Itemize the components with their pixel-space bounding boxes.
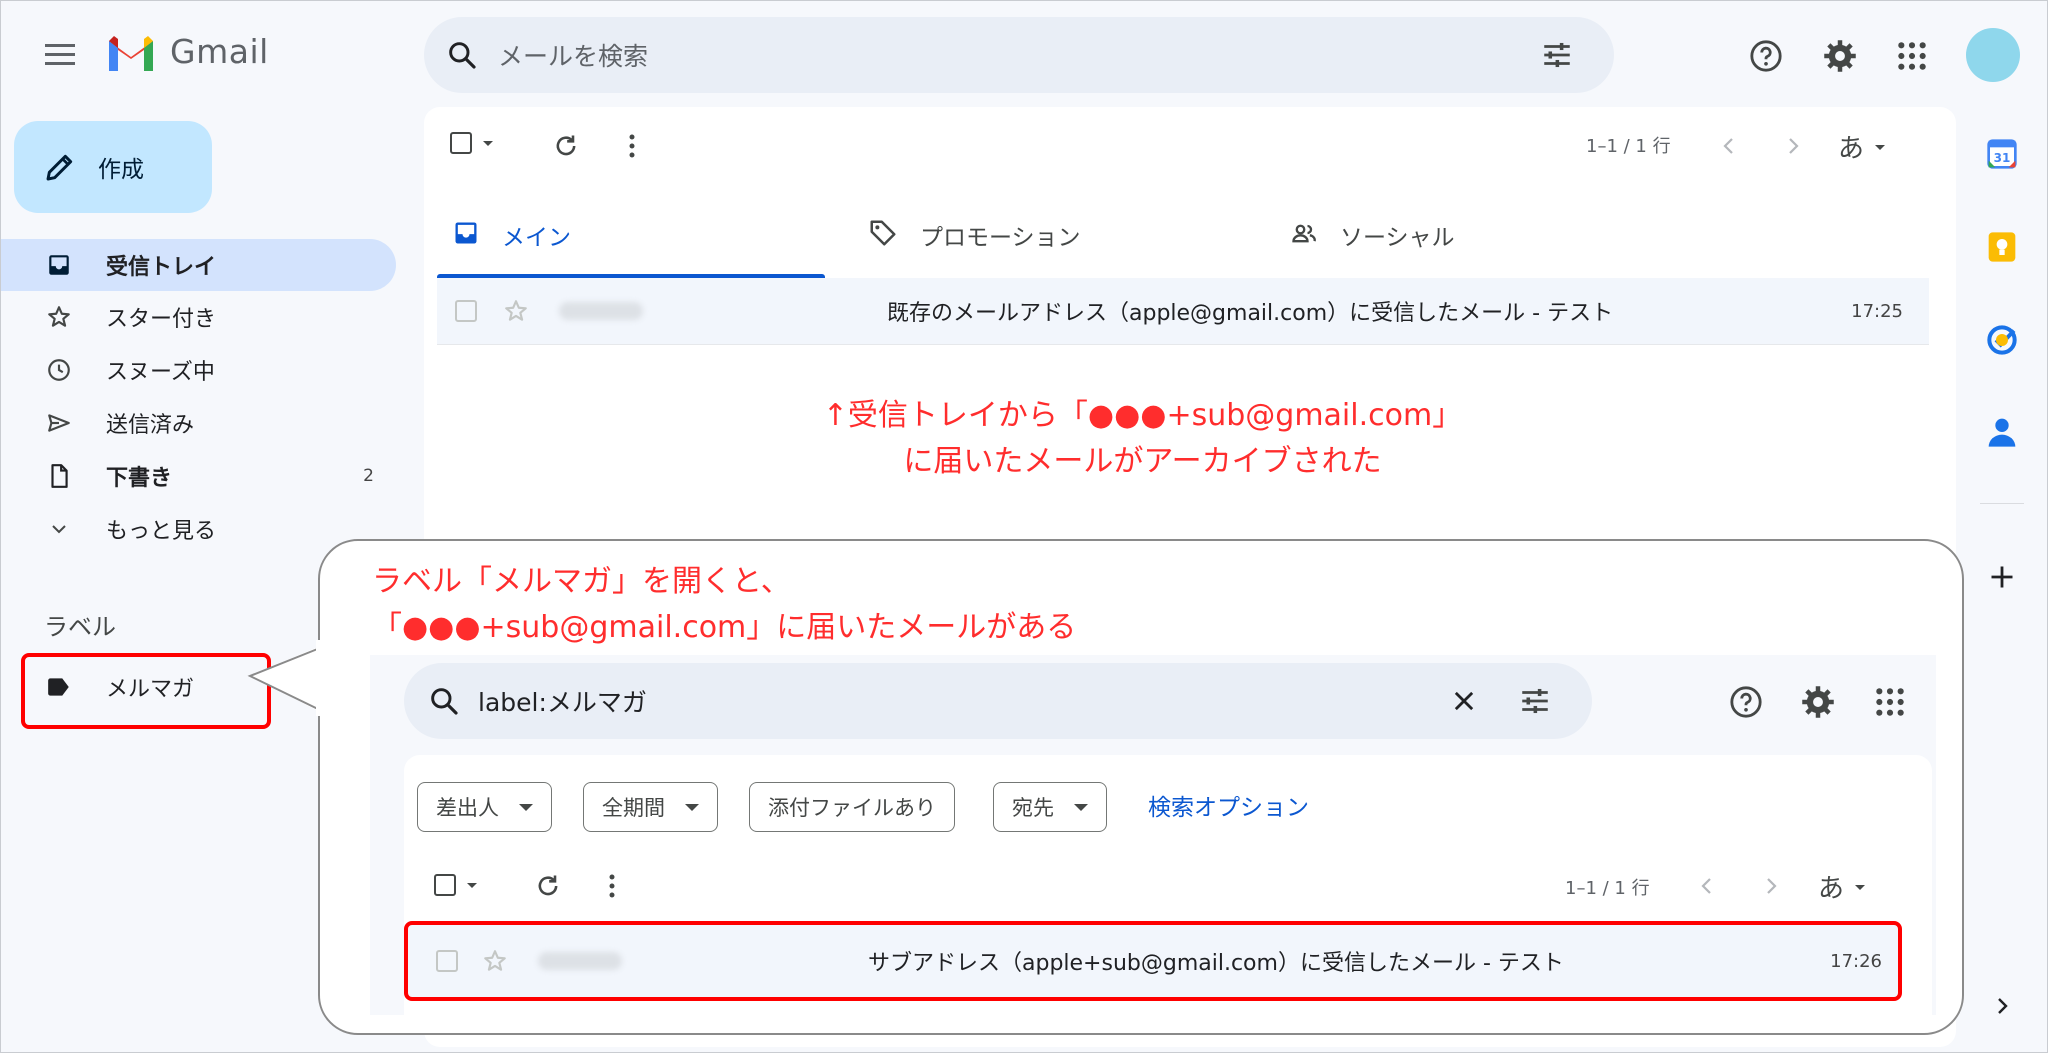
chip-label: 宛先 — [1012, 796, 1054, 820]
callout-tail-cover — [316, 640, 324, 716]
annotation-callout: ラベル「メルマガ」を開くと、 「●●●+sub@gmail.com」に届いたメー… — [372, 559, 1076, 651]
annotation-archived: ↑受信トレイから「●●●+sub@gmail.com」 に届いたメールがアーカイ… — [0, 393, 1890, 485]
label-highlight-box — [21, 653, 271, 729]
chevron-right-icon[interactable] — [1776, 128, 1810, 164]
input-tools-label: あ — [1838, 134, 1865, 164]
calendar-icon[interactable]: 31 — [1984, 136, 2020, 172]
close-icon[interactable] — [1450, 687, 1478, 715]
input-tools-button[interactable]: あ — [1818, 868, 1868, 905]
row-highlight-box — [404, 921, 1902, 1001]
table-row[interactable]: 既存のメールアドレス（apple@gmail.com）に受信したメール - テス… — [437, 278, 1929, 345]
search-options-link[interactable]: 検索オプション — [1148, 788, 1309, 822]
caret-down-icon — [519, 803, 533, 811]
contacts-icon[interactable] — [1984, 414, 2020, 450]
annotation-line: ↑受信トレイから「●●●+sub@gmail.com」 — [822, 398, 1463, 433]
avatar[interactable] — [1966, 28, 2020, 82]
refresh-icon[interactable] — [530, 868, 566, 904]
tune-icon[interactable] — [1518, 684, 1552, 718]
input-tools-label: あ — [1818, 874, 1845, 904]
sidebar-item-label: スヌーズ中 — [106, 360, 215, 385]
keep-icon[interactable] — [1984, 229, 2020, 265]
inner-pager-count: 1–1 / 1 行 — [1565, 878, 1650, 899]
inner-search-bar[interactable]: label:メルマガ — [404, 663, 1592, 739]
compose-button[interactable]: 作成 — [14, 121, 212, 213]
annotation-line: ラベル「メルマガ」を開くと、 — [372, 564, 791, 599]
add-icon[interactable] — [1984, 559, 2020, 595]
sidebar-item-label: 受信トレイ — [106, 255, 217, 280]
tab-label: プロモーション — [920, 225, 1081, 251]
tab-social[interactable]: ソーシャル — [1290, 190, 1455, 280]
tab-main[interactable]: メイン — [452, 190, 571, 280]
chip-label: 差出人 — [436, 796, 499, 820]
select-all-checkbox[interactable] — [450, 132, 496, 154]
filter-chip-attachment[interactable]: 添付ファイルあり — [749, 782, 955, 832]
caret-down-icon — [1855, 884, 1866, 890]
gmail-logo[interactable]: Gmail — [106, 32, 269, 71]
inbox-icon — [44, 250, 74, 280]
inner-search-input[interactable]: label:メルマガ — [478, 683, 1450, 719]
chevron-right-icon[interactable] — [1984, 988, 2020, 1024]
compose-label: 作成 — [98, 157, 144, 183]
help-icon[interactable] — [1744, 34, 1788, 78]
tune-icon[interactable] — [1540, 38, 1574, 72]
caret-down-icon — [467, 883, 477, 888]
search-icon[interactable] — [446, 39, 478, 71]
people-icon — [1290, 219, 1318, 251]
apps-grid-icon[interactable] — [1890, 34, 1934, 78]
clock-icon — [44, 355, 74, 385]
inner-select-all-checkbox[interactable] — [434, 874, 480, 896]
mail-subject: 既存のメールアドレス（apple@gmail.com）に受信したメール - テス… — [887, 301, 1614, 326]
row-checkbox[interactable] — [455, 300, 477, 322]
search-bar[interactable]: メールを検索 — [424, 17, 1614, 93]
main-menu-button[interactable] — [40, 38, 80, 74]
annotation-line: 「●●●+sub@gmail.com」に届いたメールがある — [372, 610, 1077, 645]
help-icon[interactable] — [1724, 680, 1768, 724]
apps-grid-icon[interactable] — [1868, 680, 1912, 724]
search-input[interactable]: メールを検索 — [498, 37, 1540, 73]
refresh-icon[interactable] — [548, 128, 584, 164]
filter-chip-sender[interactable]: 差出人 — [417, 782, 552, 832]
more-vert-icon[interactable] — [594, 868, 630, 904]
tab-label: メイン — [502, 225, 571, 251]
chevron-left-icon[interactable] — [1712, 128, 1746, 164]
star-icon[interactable] — [503, 298, 529, 324]
caret-down-icon — [685, 803, 699, 811]
gear-icon[interactable] — [1818, 34, 1862, 78]
inbox-icon — [452, 219, 480, 251]
svg-text:31: 31 — [1994, 151, 2011, 165]
tasks-icon[interactable] — [1984, 322, 2020, 358]
sidebar-item-label: スター付き — [106, 307, 217, 332]
sidebar-item-starred[interactable]: スター付き — [0, 291, 396, 343]
filter-chip-period[interactable]: 全期間 — [583, 782, 718, 832]
tab-promotions[interactable]: プロモーション — [868, 190, 1081, 280]
more-vert-icon[interactable] — [614, 128, 650, 164]
gmail-m-icon — [109, 35, 153, 71]
mail-time: 17:25 — [1851, 300, 1903, 322]
caret-down-icon — [1875, 144, 1886, 150]
chevron-right-icon[interactable] — [1754, 868, 1788, 904]
labels-heading: ラベル — [44, 613, 116, 641]
pencil-icon — [46, 154, 73, 181]
tag-icon — [868, 218, 898, 252]
chevron-down-icon — [44, 514, 74, 544]
caret-down-icon — [483, 141, 493, 146]
input-tools-button[interactable]: あ — [1838, 128, 1888, 165]
caret-down-icon — [1074, 803, 1088, 811]
search-icon[interactable] — [428, 685, 460, 717]
sender-name-blurred — [559, 302, 643, 320]
chevron-left-icon[interactable] — [1690, 868, 1724, 904]
tab-label: ソーシャル — [1340, 225, 1455, 251]
sidebar-item-snoozed[interactable]: スヌーズ中 — [0, 344, 396, 396]
annotation-line: に届いたメールがアーカイブされた — [903, 444, 1382, 479]
filter-chip-to[interactable]: 宛先 — [993, 782, 1107, 832]
chip-label: 全期間 — [602, 796, 665, 820]
gear-icon[interactable] — [1796, 680, 1840, 724]
sidebar-item-inbox[interactable]: 受信トレイ — [0, 239, 396, 291]
app-name: Gmail — [170, 32, 269, 71]
pager-count: 1–1 / 1 行 — [1586, 136, 1671, 157]
chip-label: 添付ファイルあり — [768, 796, 936, 820]
apps-divider — [1980, 503, 2024, 504]
star-icon — [44, 302, 74, 332]
